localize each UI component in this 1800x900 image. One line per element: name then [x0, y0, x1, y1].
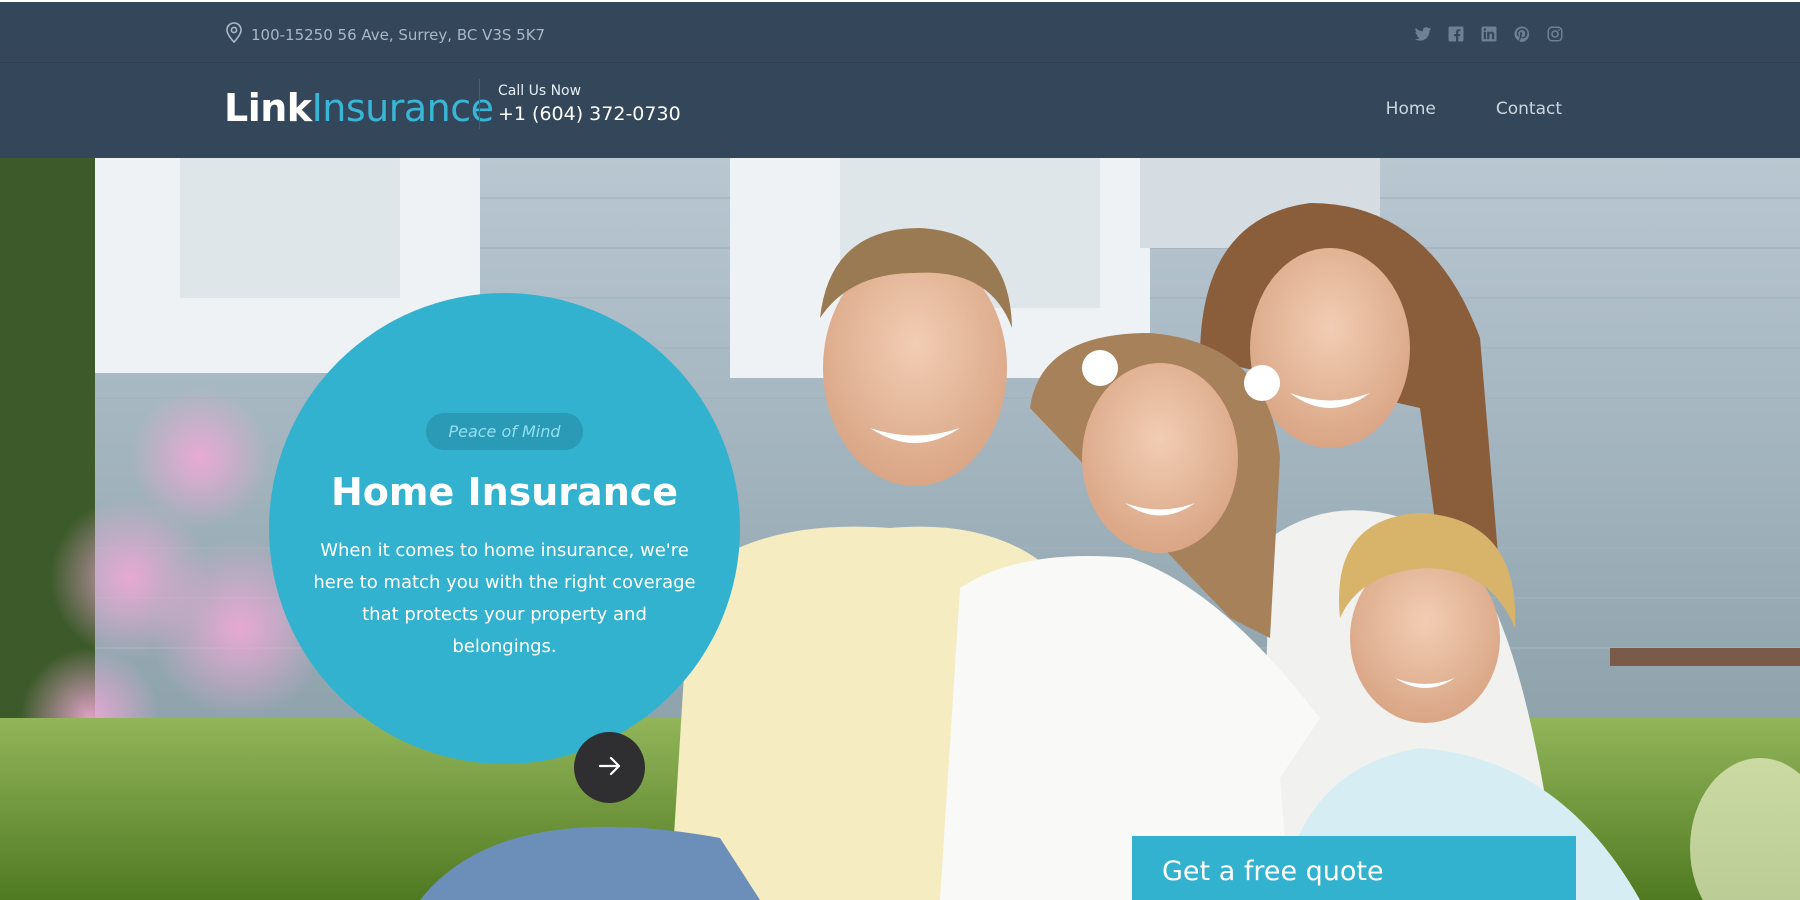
pinterest-icon[interactable]: [1512, 24, 1531, 43]
hero-section: [0, 158, 1800, 900]
phone-number[interactable]: +1 (604) 372-0730: [498, 103, 681, 125]
address-text: 100-15250 56 Ave, Surrey, BC V3S 5K7: [251, 26, 546, 44]
site-header: LinkInsurance Call Us Now +1 (604) 372-0…: [0, 63, 1800, 158]
nav-home[interactable]: Home: [1386, 99, 1436, 119]
next-slide-button[interactable]: [574, 732, 645, 803]
logo-light-text: Insurance: [311, 86, 494, 130]
call-label: Call Us Now: [498, 83, 582, 99]
header-divider: [479, 79, 480, 129]
hero-tag: Peace of Mind: [426, 413, 583, 450]
facebook-icon[interactable]: [1446, 24, 1465, 43]
main-nav: Home Contact: [1386, 99, 1562, 119]
logo[interactable]: LinkInsurance: [224, 89, 494, 127]
free-quote-panel[interactable]: Get a free quote: [1132, 836, 1576, 900]
map-pin-icon: [225, 22, 243, 48]
nav-contact[interactable]: Contact: [1496, 99, 1562, 119]
logo-bold-text: Link: [224, 86, 312, 130]
social-links: [1413, 24, 1564, 43]
hero-title: Home Insurance: [330, 470, 679, 514]
free-quote-heading: Get a free quote: [1162, 856, 1384, 887]
call-us: Call Us Now +1 (604) 372-0730: [498, 83, 681, 125]
arrow-right-icon: [595, 751, 625, 785]
linkedin-icon[interactable]: [1479, 24, 1498, 43]
twitter-icon[interactable]: [1413, 24, 1432, 43]
hero-circle: [269, 293, 740, 764]
address: 100-15250 56 Ave, Surrey, BC V3S 5K7: [225, 22, 545, 48]
hero-description: When it comes to home insurance, we're h…: [313, 540, 696, 657]
instagram-icon[interactable]: [1545, 24, 1564, 43]
top-info-bar: 100-15250 56 Ave, Surrey, BC V3S 5K7: [0, 0, 1800, 62]
